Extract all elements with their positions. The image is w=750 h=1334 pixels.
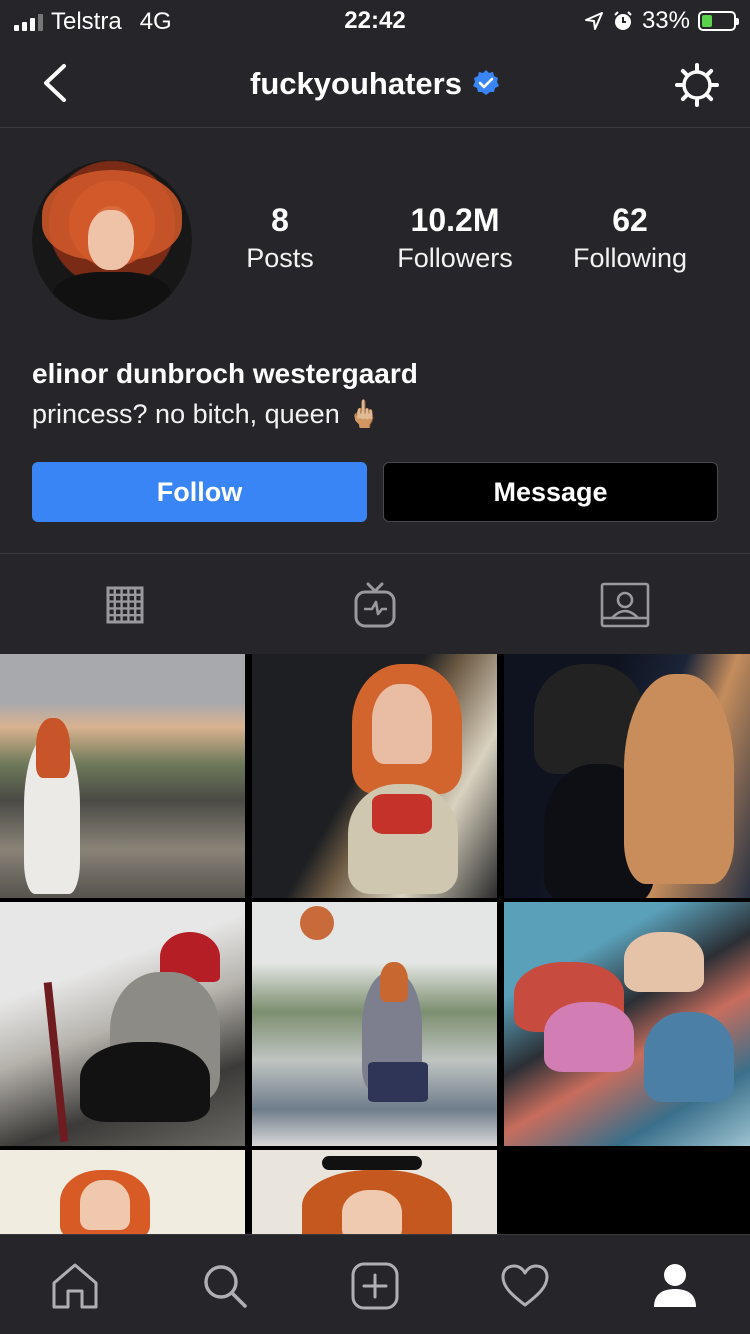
profile-full-name: elinor dunbroch westergaard bbox=[32, 358, 418, 389]
followers-stat[interactable]: 10.2M Followers bbox=[380, 202, 530, 274]
message-button[interactable]: Message bbox=[383, 462, 718, 522]
post-thumbnail[interactable] bbox=[252, 654, 497, 898]
username: fuckyouhaters bbox=[250, 66, 462, 101]
activity-heart-icon[interactable] bbox=[500, 1261, 550, 1311]
post-thumbnail[interactable] bbox=[0, 902, 245, 1146]
following-label: Following bbox=[572, 243, 688, 273]
tagged-icon[interactable] bbox=[600, 580, 650, 630]
following-count: 62 bbox=[612, 202, 648, 238]
followers-count: 10.2M bbox=[410, 202, 500, 238]
igtv-icon[interactable] bbox=[350, 580, 400, 630]
profile-bio: princess? no bitch, queen 🖕🏼 bbox=[32, 399, 381, 429]
alarm-icon bbox=[614, 11, 632, 30]
post-thumbnail[interactable] bbox=[0, 654, 245, 898]
post-thumbnail[interactable] bbox=[504, 902, 750, 1146]
verified-badge-icon bbox=[472, 69, 499, 95]
username-title: fuckyouhaters bbox=[0, 66, 750, 102]
post-thumbnail[interactable] bbox=[252, 1150, 497, 1234]
posts-grid bbox=[0, 654, 750, 1234]
post-thumbnail[interactable] bbox=[0, 1150, 245, 1234]
search-icon[interactable] bbox=[200, 1261, 250, 1311]
profile-icon[interactable] bbox=[650, 1261, 700, 1311]
grid-icon[interactable] bbox=[100, 580, 150, 630]
profile-tabs bbox=[0, 554, 750, 654]
posts-stat[interactable]: 8 Posts bbox=[220, 202, 340, 274]
follow-button[interactable]: Follow bbox=[32, 462, 367, 522]
bottom-tab-bar bbox=[0, 1234, 750, 1334]
post-thumbnail[interactable] bbox=[252, 902, 497, 1146]
status-bar: Telstra 4G 22:42 33% bbox=[0, 0, 750, 40]
battery-percent: 33% bbox=[641, 7, 690, 34]
status-right: 33% bbox=[584, 7, 739, 35]
posts-label: Posts bbox=[246, 243, 314, 273]
new-post-icon[interactable] bbox=[350, 1261, 400, 1311]
home-icon[interactable] bbox=[50, 1261, 100, 1311]
followers-label: Followers bbox=[397, 243, 513, 273]
following-stat[interactable]: 62 Following bbox=[560, 202, 700, 274]
post-thumbnail[interactable] bbox=[504, 654, 750, 898]
profile-avatar[interactable] bbox=[32, 160, 192, 320]
profile-header: fuckyouhaters bbox=[0, 42, 750, 128]
posts-count: 8 bbox=[271, 202, 289, 238]
settings-gear-icon[interactable] bbox=[674, 62, 720, 108]
location-arrow-icon bbox=[584, 12, 603, 30]
battery-icon bbox=[698, 11, 739, 31]
